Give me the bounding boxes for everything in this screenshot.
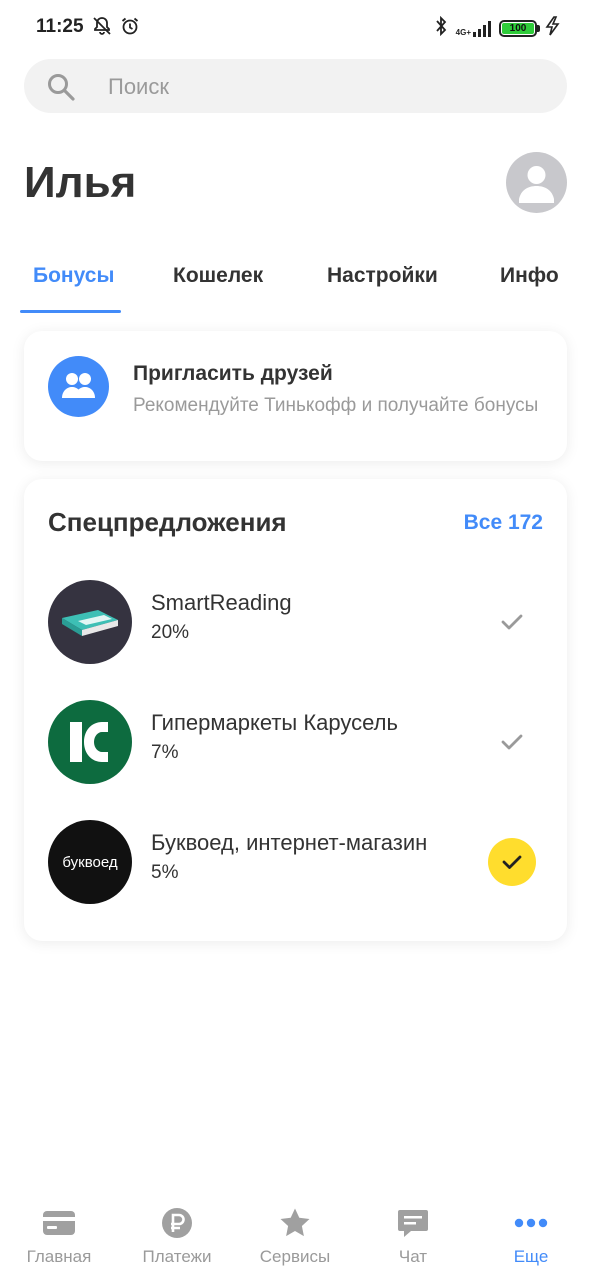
nav-label: Сервисы	[259, 1247, 331, 1266]
check-icon[interactable]	[488, 598, 536, 646]
nav-item-chat[interactable]: Чат	[354, 1206, 472, 1267]
status-right-icons: 4G+ 100	[434, 15, 561, 41]
tab-settings[interactable]: Настройки	[327, 264, 438, 288]
nav-label: Главная	[26, 1247, 92, 1266]
search-input[interactable]: Поиск	[24, 59, 567, 113]
special-offers-card: Спецпредложения Все 172 SmartReading 20%…	[24, 479, 567, 941]
battery-icon: 100	[499, 20, 540, 37]
nav-item-main[interactable]: Главная	[0, 1206, 118, 1267]
offers-all-link[interactable]: Все 172	[464, 511, 543, 535]
status-bar: 11:25 4G+ 100	[0, 0, 591, 56]
offer-name: Гипермаркеты Карусель	[151, 710, 398, 735]
friends-icon	[48, 356, 109, 417]
nav-label: Платежи	[142, 1247, 212, 1266]
bluetooth-icon	[434, 15, 448, 41]
offer-item-bukvoed[interactable]: буквоед Буквоед, интернет-магазин 5%	[24, 810, 567, 910]
page-title: Илья	[24, 158, 137, 207]
bottom-navigation: Главная Платежи Сервисы Чат Еще	[0, 1196, 591, 1280]
status-time: 11:25	[36, 16, 84, 37]
chat-icon	[354, 1206, 472, 1240]
avatar[interactable]	[506, 152, 567, 213]
notifications-off-icon	[92, 16, 112, 41]
signal-icon: 4G+	[455, 20, 491, 37]
check-icon[interactable]	[488, 718, 536, 766]
star-icon	[236, 1206, 354, 1240]
user-icon	[519, 166, 554, 203]
nav-label: Чат	[398, 1247, 428, 1266]
more-dots-icon	[472, 1206, 590, 1240]
battery-level: 100	[502, 23, 534, 34]
ruble-icon	[118, 1206, 236, 1240]
network-label: 4G+	[455, 27, 471, 37]
search-icon	[46, 72, 76, 107]
offer-name: Буквоед, интернет-магазин	[151, 830, 428, 855]
nav-item-payments[interactable]: Платежи	[118, 1206, 236, 1267]
search-placeholder: Поиск	[108, 74, 169, 99]
charging-icon	[545, 16, 561, 41]
tab-info[interactable]: Инфо	[500, 264, 559, 288]
invite-title: Пригласить друзей	[133, 362, 333, 385]
alarm-icon	[120, 16, 140, 41]
nav-item-services[interactable]: Сервисы	[236, 1206, 354, 1267]
invite-subtitle: Рекомендуйте Тинькофф и получайте бонусы	[133, 395, 539, 416]
offer-percent: 20%	[151, 622, 190, 643]
bukvoed-logo: буквоед	[48, 820, 132, 904]
tab-wallet[interactable]: Кошелек	[173, 264, 263, 288]
karusel-logo	[48, 700, 132, 784]
bukvoed-logo-text: буквоед	[62, 853, 118, 871]
offers-title: Спецпредложения	[48, 507, 287, 537]
offer-item-smartreading[interactable]: SmartReading 20%	[24, 570, 567, 670]
tab-bonuses[interactable]: Бонусы	[33, 264, 114, 288]
nav-item-more[interactable]: Еще	[472, 1206, 590, 1267]
status-left-icons	[92, 16, 140, 41]
offer-name: SmartReading	[151, 590, 292, 615]
smartreading-logo	[48, 580, 132, 664]
nav-label: Еще	[513, 1247, 549, 1266]
invite-friends-card[interactable]: Пригласить друзей Рекомендуйте Тинькофф …	[24, 331, 567, 461]
card-icon	[0, 1206, 118, 1240]
check-selected-icon[interactable]	[488, 838, 536, 886]
tab-bar: Бонусы Кошелек Настройки Инфо	[0, 244, 591, 314]
offer-item-karusel[interactable]: Гипермаркеты Карусель 7%	[24, 690, 567, 790]
active-tab-indicator	[20, 310, 121, 313]
offer-percent: 7%	[151, 742, 179, 763]
offer-percent: 5%	[151, 862, 179, 883]
